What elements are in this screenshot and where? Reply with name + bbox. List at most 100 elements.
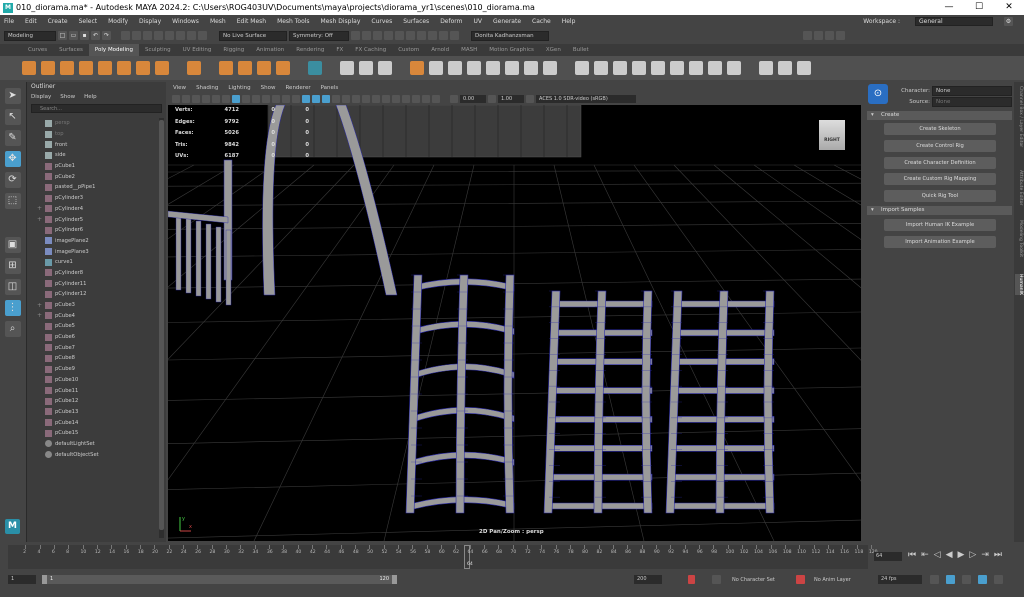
viewport-menu-shading[interactable]: Shading bbox=[196, 85, 218, 91]
current-frame-field[interactable]: 64 bbox=[874, 552, 902, 561]
outliner-menu-show[interactable]: Show bbox=[60, 92, 75, 102]
xray-icon[interactable] bbox=[412, 95, 420, 103]
arnold-render-icon[interactable] bbox=[428, 31, 437, 40]
conform-icon[interactable] bbox=[524, 61, 538, 75]
menu-deform[interactable]: Deform bbox=[440, 18, 462, 25]
outliner-item[interactable]: side bbox=[27, 150, 159, 161]
extrude-icon[interactable] bbox=[575, 61, 589, 75]
snap-surface-icon[interactable] bbox=[198, 31, 207, 40]
shelf-tab-rigging[interactable]: Rigging bbox=[217, 44, 250, 56]
shelf-tab-curves[interactable]: Curves bbox=[22, 44, 53, 56]
detach-icon[interactable] bbox=[708, 61, 722, 75]
auto-key-icon[interactable] bbox=[688, 575, 695, 584]
time-slider-track[interactable]: 64 2 4 6 8 10 12 14 16 18 20 22 24 26 28 30 32 34 36 38 40 4… bbox=[8, 545, 878, 569]
menu-create[interactable]: Create bbox=[48, 18, 68, 25]
history-icon[interactable] bbox=[351, 31, 360, 40]
collapse-icon[interactable] bbox=[727, 61, 741, 75]
poly-platonic-icon[interactable] bbox=[155, 61, 169, 75]
outliner-item[interactable]: pCube11 bbox=[27, 385, 159, 396]
menu-select[interactable]: Select bbox=[79, 18, 98, 25]
menu-modify[interactable]: Modify bbox=[108, 18, 128, 25]
channel-box-toggle-icon[interactable] bbox=[814, 31, 823, 40]
shelf-tab-xgen[interactable]: XGen bbox=[540, 44, 567, 56]
colorspace-dropdown[interactable]: ACES 1.0 SDR-video (sRGB) bbox=[536, 95, 636, 103]
snap-curve-icon[interactable] bbox=[165, 31, 174, 40]
settings-icon[interactable] bbox=[994, 575, 1003, 584]
film-gate-icon[interactable] bbox=[242, 95, 250, 103]
safe-action-icon[interactable] bbox=[282, 95, 290, 103]
outliner-item[interactable]: pCube13 bbox=[27, 407, 159, 418]
symmetry-dropdown[interactable]: Symmetry: Off bbox=[289, 30, 349, 41]
layout-active-icon[interactable]: ⋮ bbox=[4, 300, 21, 316]
bridge-icon[interactable] bbox=[613, 61, 627, 75]
render-setup-icon[interactable] bbox=[406, 31, 415, 40]
merge-to-center-icon[interactable] bbox=[670, 61, 684, 75]
workspace-dropdown[interactable]: General bbox=[915, 16, 993, 26]
character-dropdown[interactable]: None bbox=[932, 86, 1012, 96]
poly-cylinder-icon[interactable] bbox=[60, 61, 74, 75]
shelf-tab-animation[interactable]: Animation bbox=[250, 44, 290, 56]
shelf-tab-fx-caching[interactable]: FX Caching bbox=[349, 44, 392, 56]
isolate-select-icon[interactable] bbox=[402, 95, 410, 103]
outliner-item[interactable]: pCube7 bbox=[27, 342, 159, 353]
combine-icon[interactable] bbox=[308, 61, 322, 75]
safe-title-icon[interactable] bbox=[292, 95, 300, 103]
outliner-item[interactable]: pCylinder3 bbox=[27, 193, 159, 204]
svg-tool-icon[interactable] bbox=[276, 61, 290, 75]
outliner-scrollbar[interactable] bbox=[159, 118, 164, 538]
menu-windows[interactable]: Windows bbox=[172, 18, 199, 25]
extract-icon[interactable] bbox=[505, 61, 519, 75]
bevel-icon[interactable] bbox=[594, 61, 608, 75]
duplicate-face-icon[interactable] bbox=[543, 61, 557, 75]
menuset-dropdown[interactable]: Modeling bbox=[4, 30, 56, 41]
outliner-item[interactable]: pCube9 bbox=[27, 364, 159, 375]
import-samples-header[interactable]: Import Samples bbox=[867, 206, 1012, 215]
side-tab-modeling-toolkit[interactable]: Modeling Toolkit bbox=[1015, 220, 1023, 257]
shelf-tab-bullet[interactable]: Bullet bbox=[567, 44, 595, 56]
viewport-menu-panels[interactable]: Panels bbox=[321, 85, 339, 91]
single-perspective-icon[interactable]: ▣ bbox=[4, 237, 21, 253]
outliner-item[interactable]: + pCube4 bbox=[27, 310, 159, 321]
view-cube[interactable]: RIGHT bbox=[819, 120, 845, 150]
menu-mesh-tools[interactable]: Mesh Tools bbox=[277, 18, 309, 25]
sweep-mesh-icon[interactable] bbox=[219, 61, 233, 75]
modeling-toolkit-toggle-icon[interactable] bbox=[825, 31, 834, 40]
remesh-icon[interactable] bbox=[429, 61, 443, 75]
step-forward-key-icon[interactable]: ⇥ bbox=[981, 550, 989, 560]
undo-icon[interactable]: ↶ bbox=[91, 31, 100, 40]
create-custom-rig-mapping-button[interactable]: Create Custom Rig Mapping bbox=[884, 173, 996, 185]
outliner-item[interactable]: defaultLightSet bbox=[27, 439, 159, 450]
expand-icon[interactable]: + bbox=[37, 312, 45, 319]
poly-plane-icon[interactable] bbox=[117, 61, 131, 75]
anim-layer-dropdown[interactable]: No Anim Layer bbox=[814, 577, 851, 583]
play-backwards-icon[interactable]: ◀ bbox=[946, 550, 953, 560]
reduce-icon[interactable] bbox=[486, 61, 500, 75]
gamma-field[interactable]: 1.00 bbox=[498, 95, 524, 103]
menu-help[interactable]: Help bbox=[562, 18, 576, 25]
menu-curves[interactable]: Curves bbox=[371, 18, 392, 25]
outliner-item[interactable]: pCylinder8 bbox=[27, 268, 159, 279]
create-character-definition-button[interactable]: Create Character Definition bbox=[884, 157, 996, 169]
viewport-menu-view[interactable]: View bbox=[173, 85, 186, 91]
field-chart-icon[interactable] bbox=[272, 95, 280, 103]
shelf-tab-mash[interactable]: MASH bbox=[455, 44, 483, 56]
screen-space-ao-icon[interactable] bbox=[362, 95, 370, 103]
motion-blur-icon[interactable] bbox=[372, 95, 380, 103]
select-object-icon[interactable] bbox=[132, 31, 141, 40]
light-editor-icon[interactable] bbox=[417, 31, 426, 40]
target-weld-icon[interactable] bbox=[778, 61, 792, 75]
image-plane-icon[interactable] bbox=[202, 95, 210, 103]
panel-toggle-icon[interactable] bbox=[803, 31, 812, 40]
snap-view-icon[interactable] bbox=[187, 31, 196, 40]
select-tool-icon[interactable]: ➤ bbox=[4, 88, 21, 104]
xray-active-icon[interactable] bbox=[432, 95, 440, 103]
shelf-tab-surfaces[interactable]: Surfaces bbox=[53, 44, 89, 56]
step-back-key-icon[interactable]: ⇤ bbox=[921, 550, 929, 560]
poly-torus-icon[interactable] bbox=[98, 61, 112, 75]
shelf-tab-sculpting[interactable]: Sculpting bbox=[139, 44, 177, 56]
go-to-end-icon[interactable]: ⏭ bbox=[994, 550, 1002, 560]
outliner-item[interactable]: pCube6 bbox=[27, 332, 159, 343]
shelf-tab-custom[interactable]: Custom bbox=[392, 44, 425, 56]
poly-disc-icon[interactable] bbox=[136, 61, 150, 75]
outliner-item[interactable]: pCylinder6 bbox=[27, 225, 159, 236]
